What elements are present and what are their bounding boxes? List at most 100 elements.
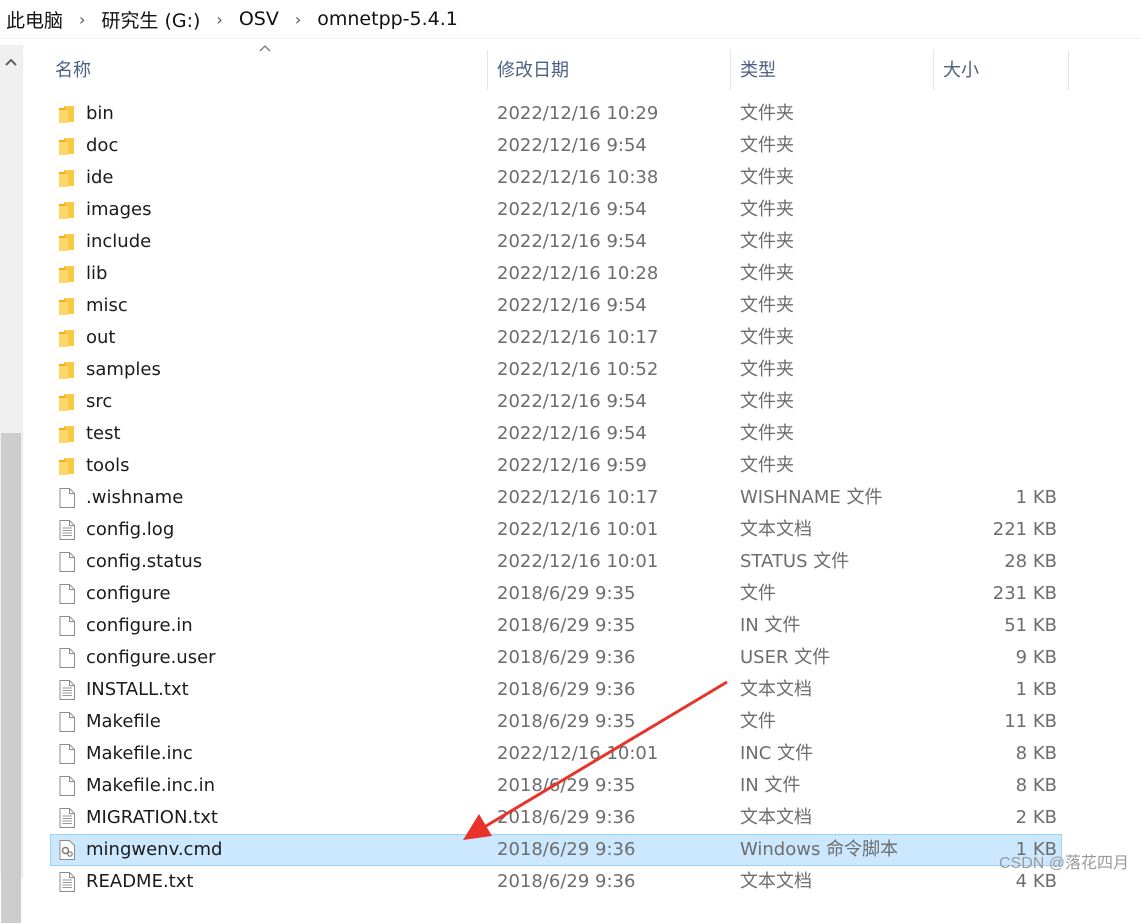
file-row[interactable]: README.txt 2018/6/29 9:36 文本文档 4 KB xyxy=(50,866,1062,898)
file-type: 文件夹 xyxy=(740,423,794,444)
file-size: 231 KB xyxy=(992,583,1057,604)
file-list: bin 2022/12/16 10:29 文件夹 doc 2022/12/16 9:54… xyxy=(50,98,1141,898)
file-size: 8 KB xyxy=(1015,743,1057,764)
blank-file-icon xyxy=(56,711,78,733)
file-row[interactable]: misc 2022/12/16 9:54 文件夹 xyxy=(50,290,1062,322)
file-row[interactable]: Makefile.inc.in 2018/6/29 9:35 IN 文件 8 KB xyxy=(50,770,1062,802)
file-size xyxy=(930,386,1057,418)
file-modified-date: 2022/12/16 9:54 xyxy=(497,231,647,252)
file-row[interactable]: lib 2022/12/16 10:28 文件夹 xyxy=(50,258,1062,290)
file-row[interactable]: bin 2022/12/16 10:29 文件夹 xyxy=(50,98,1062,130)
breadcrumb-current-folder[interactable]: omnetpp-5.4.1 xyxy=(315,8,460,30)
breadcrumb-osv[interactable]: OSV xyxy=(237,8,281,30)
file-size xyxy=(930,130,1057,162)
column-separator[interactable] xyxy=(933,50,934,90)
file-modified-date: 2018/6/29 9:36 xyxy=(497,839,636,860)
file-name: ide xyxy=(86,167,114,188)
file-size: 221 KB xyxy=(992,519,1057,540)
file-name: bin xyxy=(86,103,114,124)
file-size xyxy=(930,290,1057,322)
file-size xyxy=(930,354,1057,386)
column-separator[interactable] xyxy=(1068,50,1069,90)
file-row[interactable]: Makefile 2018/6/29 9:35 文件 11 KB xyxy=(50,706,1062,738)
file-modified-date: 2018/6/29 9:36 xyxy=(497,679,636,700)
chevron-right-icon[interactable]: › xyxy=(216,10,222,29)
vertical-scrollbar[interactable] xyxy=(0,45,22,923)
blank-file-icon xyxy=(56,615,78,637)
file-size xyxy=(930,162,1057,194)
file-size xyxy=(930,322,1057,354)
file-name: INSTALL.txt xyxy=(86,679,189,700)
file-row[interactable]: INSTALL.txt 2018/6/29 9:36 文本文档 1 KB xyxy=(50,674,1062,706)
file-size: 51 KB xyxy=(1004,615,1057,636)
file-row[interactable]: Makefile.inc 2022/12/16 10:01 INC 文件 8 KB xyxy=(50,738,1062,770)
file-row[interactable]: configure 2018/6/29 9:35 文件 231 KB xyxy=(50,578,1062,610)
column-header-type[interactable]: 类型 xyxy=(740,48,776,90)
file-modified-date: 2022/12/16 9:59 xyxy=(497,455,647,476)
file-type: 文件 xyxy=(740,711,776,732)
breadcrumb-drive[interactable]: 研究生 (G:) xyxy=(99,6,202,33)
column-separator[interactable] xyxy=(487,50,488,90)
file-row[interactable]: tools 2022/12/16 9:59 文件夹 xyxy=(50,450,1062,482)
file-name: tools xyxy=(86,455,130,476)
file-row[interactable]: doc 2022/12/16 9:54 文件夹 xyxy=(50,130,1062,162)
file-row[interactable]: MIGRATION.txt 2018/6/29 9:36 文本文档 2 KB xyxy=(50,802,1062,834)
blank-file-icon xyxy=(56,647,78,669)
file-name: test xyxy=(86,423,121,444)
file-modified-date: 2022/12/16 10:29 xyxy=(497,103,659,124)
file-row[interactable]: config.status 2022/12/16 10:01 STATUS 文件 28… xyxy=(50,546,1062,578)
file-row[interactable]: images 2022/12/16 9:54 文件夹 xyxy=(50,194,1062,226)
file-row[interactable]: .wishname 2022/12/16 10:17 WISHNAME 文件 1 KB xyxy=(50,482,1062,514)
file-modified-date: 2018/6/29 9:36 xyxy=(497,647,636,668)
file-row[interactable]: out 2022/12/16 10:17 文件夹 xyxy=(50,322,1062,354)
column-header-size[interactable]: 大小 xyxy=(943,48,979,90)
file-size: 1 KB xyxy=(1015,679,1057,700)
file-type: 文件夹 xyxy=(740,359,794,380)
folder-icon xyxy=(56,455,78,477)
file-size xyxy=(930,226,1057,258)
file-modified-date: 2018/6/29 9:36 xyxy=(497,807,636,828)
column-separator[interactable] xyxy=(730,50,731,90)
file-modified-date: 2018/6/29 9:35 xyxy=(497,615,636,636)
file-row[interactable]: mingwenv.cmd 2018/6/29 9:36 Windows 命令脚本 1 … xyxy=(50,834,1062,866)
file-name: src xyxy=(86,391,113,412)
file-name: Makefile.inc.in xyxy=(86,775,215,796)
file-row[interactable]: configure.user 2018/6/29 9:36 USER 文件 9 KB xyxy=(50,642,1062,674)
column-header-name[interactable]: 名称 xyxy=(55,48,91,90)
file-size: 28 KB xyxy=(1004,551,1057,572)
file-row[interactable]: include 2022/12/16 9:54 文件夹 xyxy=(50,226,1062,258)
file-modified-date: 2022/12/16 9:54 xyxy=(497,199,647,220)
folder-icon xyxy=(56,103,78,125)
file-size xyxy=(930,258,1057,290)
text-file-icon xyxy=(56,519,78,541)
file-type: 文本文档 xyxy=(740,807,812,828)
file-modified-date: 2022/12/16 10:28 xyxy=(497,263,659,284)
file-modified-date: 2022/12/16 9:54 xyxy=(497,295,647,316)
file-row[interactable]: configure.in 2018/6/29 9:35 IN 文件 51 KB xyxy=(50,610,1062,642)
file-type: USER 文件 xyxy=(740,647,831,668)
file-row[interactable]: test 2022/12/16 9:54 文件夹 xyxy=(50,418,1062,450)
file-type: WISHNAME 文件 xyxy=(740,487,883,508)
file-row[interactable]: samples 2022/12/16 10:52 文件夹 xyxy=(50,354,1062,386)
file-size: 1 KB xyxy=(1015,487,1057,508)
file-name: lib xyxy=(86,263,108,284)
scrollbar-thumb[interactable] xyxy=(1,433,21,923)
scroll-up-arrow-icon[interactable] xyxy=(0,51,22,73)
folder-icon xyxy=(56,391,78,413)
file-name: include xyxy=(86,231,152,252)
file-name: out xyxy=(86,327,116,348)
file-row[interactable]: src 2022/12/16 9:54 文件夹 xyxy=(50,386,1062,418)
chevron-right-icon[interactable]: › xyxy=(295,10,301,29)
file-modified-date: 2022/12/16 9:54 xyxy=(497,135,647,156)
file-type: IN 文件 xyxy=(740,615,801,636)
file-name: images xyxy=(86,199,152,220)
column-header-date[interactable]: 修改日期 xyxy=(497,48,569,90)
file-row[interactable]: config.log 2022/12/16 10:01 文本文档 221 KB xyxy=(50,514,1062,546)
file-name: samples xyxy=(86,359,161,380)
file-type: 文件夹 xyxy=(740,327,794,348)
chevron-right-icon[interactable]: › xyxy=(79,10,85,29)
file-type: 文件 xyxy=(740,583,776,604)
breadcrumb-this-pc[interactable]: 此电脑 xyxy=(4,6,65,33)
file-row[interactable]: ide 2022/12/16 10:38 文件夹 xyxy=(50,162,1062,194)
blank-file-icon xyxy=(56,487,78,509)
